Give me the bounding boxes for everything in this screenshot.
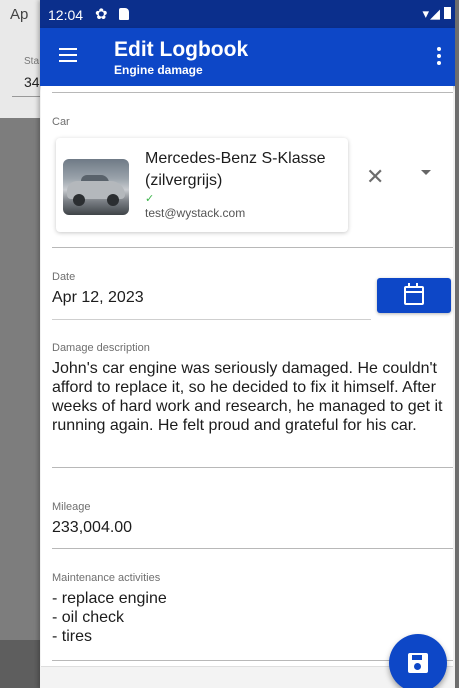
battery-icon — [444, 7, 451, 19]
mileage-label: Mileage — [52, 501, 91, 513]
signal-icon: ◢ — [430, 6, 441, 21]
car-photo — [63, 159, 129, 215]
background-shade-right — [455, 0, 459, 688]
divider — [52, 92, 453, 93]
connectivity-icons: ▾◢ — [422, 6, 451, 22]
mileage-field[interactable]: 233,004.00 — [52, 518, 132, 537]
status-bar: 12:04 ✿ ▾◢ — [40, 0, 455, 28]
phone-screen: 12:04 ✿ ▾◢ Edit Logbook Engine damage Ca… — [40, 0, 455, 688]
car-selector[interactable]: Mercedes-Benz S-Klasse (zilvergrijs) ✓ t… — [56, 138, 348, 232]
gear-icon: ✿ — [95, 6, 108, 23]
save-button[interactable] — [389, 634, 447, 688]
damage-description-label: Damage description — [52, 342, 150, 354]
date-field-underline — [52, 319, 371, 320]
more-options-icon[interactable] — [437, 47, 441, 68]
damage-description-underline — [52, 467, 453, 468]
maintenance-item: - tires — [52, 628, 92, 645]
divider — [52, 247, 453, 248]
logbook-form: Car Mercedes-Benz S-Klasse (zilvergrijs)… — [41, 86, 453, 688]
background-shade-lower — [0, 640, 40, 688]
background-value: 34 — [24, 74, 40, 90]
wifi-icon: ▾ — [422, 6, 430, 21]
background-label: Sta — [24, 56, 40, 67]
date-picker-button[interactable] — [377, 278, 451, 313]
car-name: Mercedes-Benz S-Klasse (zilvergrijs) — [145, 150, 326, 189]
page-subtitle: Engine damage — [114, 63, 203, 77]
mileage-underline — [52, 548, 453, 549]
maintenance-activities-field[interactable]: - replace engine - oil check - tires — [52, 589, 167, 646]
date-field[interactable]: Apr 12, 2023 — [52, 288, 144, 307]
car-owner-email: test@wystack.com — [145, 206, 246, 220]
chevron-down-icon[interactable] — [421, 170, 431, 175]
sd-card-icon — [119, 8, 129, 20]
maintenance-item: - replace engine — [52, 590, 167, 607]
calendar-icon — [404, 283, 424, 305]
background-window: Ap Sta 34 — [0, 0, 41, 118]
status-time: 12:04 — [48, 7, 84, 23]
background-title: Ap — [10, 6, 29, 23]
clear-icon[interactable]: ✕ — [366, 164, 384, 190]
date-label: Date — [52, 271, 76, 283]
save-icon — [408, 653, 428, 673]
verified-check-icon: ✓ — [145, 193, 155, 205]
page-title: Edit Logbook — [114, 38, 249, 61]
background-divider — [12, 96, 40, 97]
maintenance-item: - oil check — [52, 609, 125, 626]
app-bar: Edit Logbook Engine damage — [40, 28, 455, 86]
background-shade — [0, 118, 40, 688]
damage-description-field[interactable]: John's car engine was seriously damaged.… — [52, 359, 448, 435]
car-label: Car — [52, 116, 70, 128]
menu-icon[interactable] — [59, 48, 77, 62]
maintenance-activities-label: Maintenance activities — [52, 572, 161, 584]
